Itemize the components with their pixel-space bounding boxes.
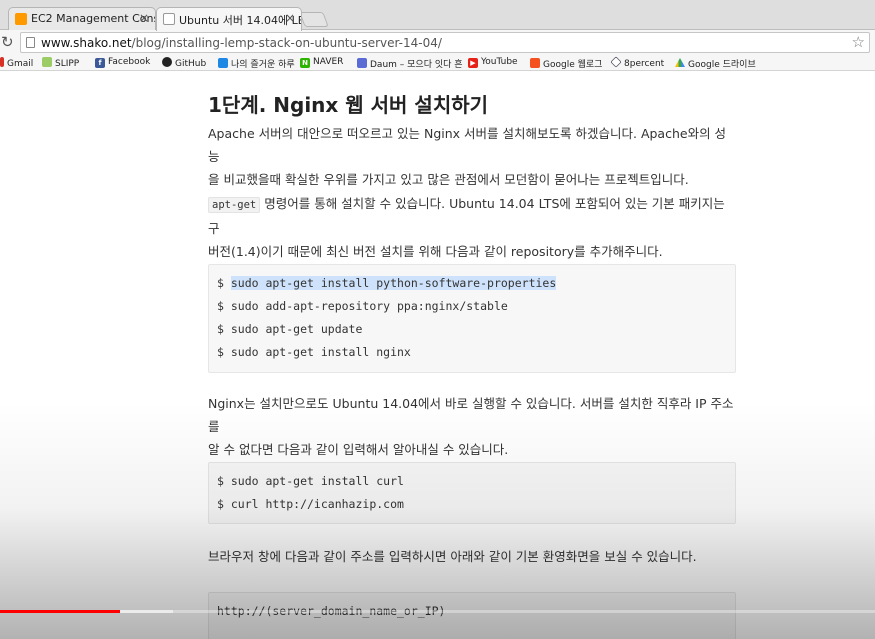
code-line: $ sudo apt-get install nginx — [217, 345, 411, 359]
tab-ubuntu-lemp[interactable]: Ubuntu 서버 14.04에 LEMP × — [156, 7, 302, 31]
bookmark-label: Google 웹로그 — [543, 60, 603, 70]
bookmark-label: NAVER — [313, 57, 344, 67]
url-domain: www.shako.net — [41, 36, 132, 50]
browser-toolbar: ↻ www.shako.net/blog/installing-lemp-sta… — [0, 30, 875, 55]
bookmark-label: Daum – 모으다 잇다 흔 — [370, 60, 463, 70]
bookmark-naver[interactable]: N NAVER — [300, 57, 343, 68]
naver-icon: N — [300, 58, 310, 68]
tab-ec2-console[interactable]: EC2 Management Console × — [8, 7, 156, 30]
new-tab-button[interactable] — [299, 12, 329, 27]
paragraph-line: 알 수 없다면 다음과 같이 입력해서 알아내실 수 있습니다. — [208, 442, 509, 457]
url-path: /blog/installing-lemp-stack-on-ubuntu-se… — [131, 36, 442, 50]
address-bar[interactable]: www.shako.net/blog/installing-lemp-stack… — [20, 32, 870, 53]
slipp-icon — [42, 57, 52, 67]
tab-title: Ubuntu 서버 14.04에 LEMP — [179, 14, 301, 27]
close-icon[interactable]: × — [285, 11, 295, 25]
bookmark-slipp[interactable]: SLIPP — [42, 57, 79, 69]
bookmark-google-drive[interactable]: Google 드라이브 — [675, 57, 756, 70]
paragraph-line: 을 비교했을때 확실한 우위를 가지고 있고 많은 관점에서 모던함이 묻어나는… — [208, 172, 689, 187]
youtube-icon: ▶ — [468, 58, 478, 68]
bookmark-star-icon[interactable]: ☆ — [852, 33, 865, 51]
paragraph-nginx-run: Nginx는 설치만으로도 Ubuntu 14.04에서 바로 실행할 수 있습… — [208, 392, 736, 461]
8percent-icon — [610, 56, 622, 68]
tab-title: EC2 Management Console — [31, 12, 155, 25]
bookmark-icon — [218, 58, 228, 68]
aws-icon — [15, 13, 27, 25]
bookmark-label: 8percent — [624, 59, 665, 69]
page-icon — [163, 13, 175, 25]
bookmark-gmail[interactable]: Gmail — [0, 57, 33, 69]
daum-icon — [357, 58, 367, 68]
page-info-icon[interactable] — [26, 37, 35, 48]
facebook-icon: f — [95, 58, 105, 68]
video-progress-bar[interactable] — [0, 610, 875, 613]
bookmark-youtube[interactable]: ▶ YouTube — [468, 57, 518, 68]
page-viewport[interactable]: 1단계. Nginx 웹 서버 설치하기 Apache 서버의 대안으로 떠오르… — [0, 71, 875, 639]
gmail-icon — [0, 57, 4, 67]
video-progress-played — [0, 610, 120, 613]
bookmark-label: YouTube — [481, 57, 518, 67]
paragraph-intro: Apache 서버의 대안으로 떠오르고 있는 Nginx 서버를 설치해보도록… — [208, 122, 736, 191]
paragraph-line: Nginx는 설치만으로도 Ubuntu 14.04에서 바로 실행할 수 있습… — [208, 396, 734, 434]
bookmark-label: Facebook — [108, 57, 151, 67]
section-heading: 1단계. Nginx 웹 서버 설치하기 — [208, 93, 489, 117]
code-line: $ sudo apt-get update — [217, 322, 363, 336]
paragraph-line: 브라우저 창에 다음과 같이 주소를 입력하시면 아래와 같이 기본 환영화면을… — [208, 549, 697, 564]
paragraph-text: 명령어를 통해 설치할 수 있습니다. Ubuntu 14.04 LTS에 포함… — [208, 196, 725, 236]
code-line: $ sudo apt-get install python-software-p… — [217, 276, 557, 290]
bookmark-label: Gmail — [7, 59, 34, 69]
code-line: $ sudo add-apt-repository ppa:nginx/stab… — [217, 299, 508, 313]
bookmark-label: 나의 즐거운 하루 — [231, 60, 295, 70]
bookmark-my-day[interactable]: 나의 즐거운 하루 — [218, 57, 295, 70]
paragraph-browser: 브라우저 창에 다음과 같이 주소를 입력하시면 아래와 같이 기본 환영화면을… — [208, 545, 736, 568]
google-icon — [530, 58, 540, 68]
code-prompt: $ — [217, 276, 231, 290]
paragraph-apt-get: apt-get 명령어를 통해 설치할 수 있습니다. Ubuntu 14.04… — [208, 192, 736, 263]
bookmark-google-blog[interactable]: Google 웹로그 — [530, 57, 602, 70]
inline-code: apt-get — [208, 197, 261, 213]
reload-icon[interactable]: ↻ — [1, 33, 14, 51]
paragraph-line: 버전(1.4)이기 때문에 최신 버전 설치를 위해 다음과 같이 reposi… — [208, 244, 663, 259]
code-block-url[interactable]: http://(server_domain_name_or_IP) — [208, 592, 736, 639]
code-block-nginx-install[interactable]: $ sudo apt-get install python-software-p… — [208, 264, 736, 373]
video-progress-loaded — [120, 610, 173, 613]
drive-icon — [675, 58, 685, 67]
bookmark-label: GitHub — [175, 59, 207, 69]
selected-code-text: sudo apt-get install python-software-pro… — [230, 276, 557, 290]
code-line: $ curl http://icanhazip.com — [217, 497, 404, 511]
bookmark-github[interactable]: GitHub — [162, 57, 206, 69]
close-icon[interactable]: × — [139, 11, 149, 25]
bookmark-label: SLIPP — [55, 59, 80, 69]
github-icon — [162, 57, 172, 67]
tab-strip: EC2 Management Console × Ubuntu 서버 14.04… — [0, 0, 875, 31]
code-block-curl[interactable]: $ sudo apt-get install curl $ curl http:… — [208, 462, 736, 524]
paragraph-line: Apache 서버의 대안으로 떠오르고 있는 Nginx 서버를 설치해보도록… — [208, 126, 727, 164]
bookmarks-bar: Gmail SLIPP f Facebook GitHub 나의 즐거운 하루 N… — [0, 55, 875, 71]
bookmark-8percent[interactable]: 8percent — [610, 56, 665, 69]
bookmark-facebook[interactable]: f Facebook — [95, 57, 150, 68]
code-line: $ sudo apt-get install curl — [217, 474, 404, 488]
bookmark-daum[interactable]: Daum – 모으다 잇다 흔 — [357, 57, 463, 70]
bookmark-label: Google 드라이브 — [688, 60, 756, 70]
